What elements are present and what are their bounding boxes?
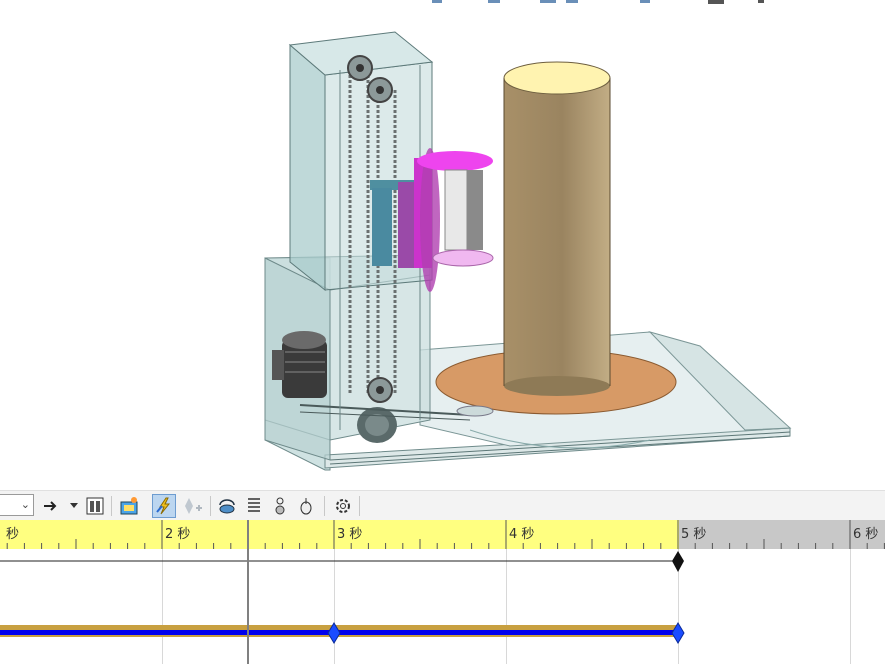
graphics-viewport[interactable] bbox=[0, 0, 885, 490]
end-key-marker[interactable] bbox=[672, 551, 684, 572]
turntable-hub bbox=[456, 405, 494, 417]
contact-icon bbox=[275, 497, 285, 515]
add-update-key-button[interactable] bbox=[182, 494, 204, 518]
chevron-down-icon: ⌄ bbox=[20, 498, 30, 511]
animation-wizard-button[interactable] bbox=[118, 494, 140, 518]
autokey-icon bbox=[156, 497, 171, 515]
dropdown-arrow-icon bbox=[70, 503, 78, 508]
spring-icon bbox=[248, 498, 260, 512]
study-type-dropdown[interactable]: ⌄ bbox=[0, 494, 34, 516]
heads-up-toolbar[interactable] bbox=[432, 0, 764, 4]
arrow-right-icon bbox=[44, 501, 57, 511]
motor-button[interactable] bbox=[216, 494, 238, 518]
bottom-sprocket bbox=[367, 377, 393, 403]
timeline-tracks[interactable] bbox=[0, 549, 885, 664]
timeline-canvas bbox=[0, 551, 685, 644]
time-bar[interactable] bbox=[247, 520, 249, 664]
motion-study-properties-button[interactable] bbox=[332, 494, 354, 518]
component-track-gold bbox=[0, 625, 678, 630]
play-forward-button[interactable] bbox=[42, 494, 60, 518]
gravity-icon bbox=[300, 498, 312, 515]
save-animation-button[interactable] bbox=[84, 494, 106, 518]
contact-button[interactable] bbox=[270, 494, 290, 518]
autokey-button[interactable] bbox=[152, 494, 176, 518]
spring-button[interactable] bbox=[244, 494, 264, 518]
ruler-ticks bbox=[6, 520, 885, 549]
film-save-icon bbox=[86, 497, 104, 515]
animation-wizard-icon bbox=[120, 497, 138, 515]
playback-mode-dropdown[interactable] bbox=[69, 494, 79, 518]
motion-toolbar: ⌄ bbox=[0, 490, 885, 521]
settings-icon bbox=[336, 499, 350, 513]
cylindrical-load bbox=[503, 61, 611, 396]
gravity-button[interactable] bbox=[296, 494, 316, 518]
time-ruler[interactable]: 秒 2 秒 3 秒 4 秒 5 秒 6 秒 bbox=[0, 520, 885, 549]
motor-icon bbox=[219, 499, 235, 514]
add-update-key-icon bbox=[185, 498, 202, 514]
model-3d-view bbox=[264, 0, 792, 471]
